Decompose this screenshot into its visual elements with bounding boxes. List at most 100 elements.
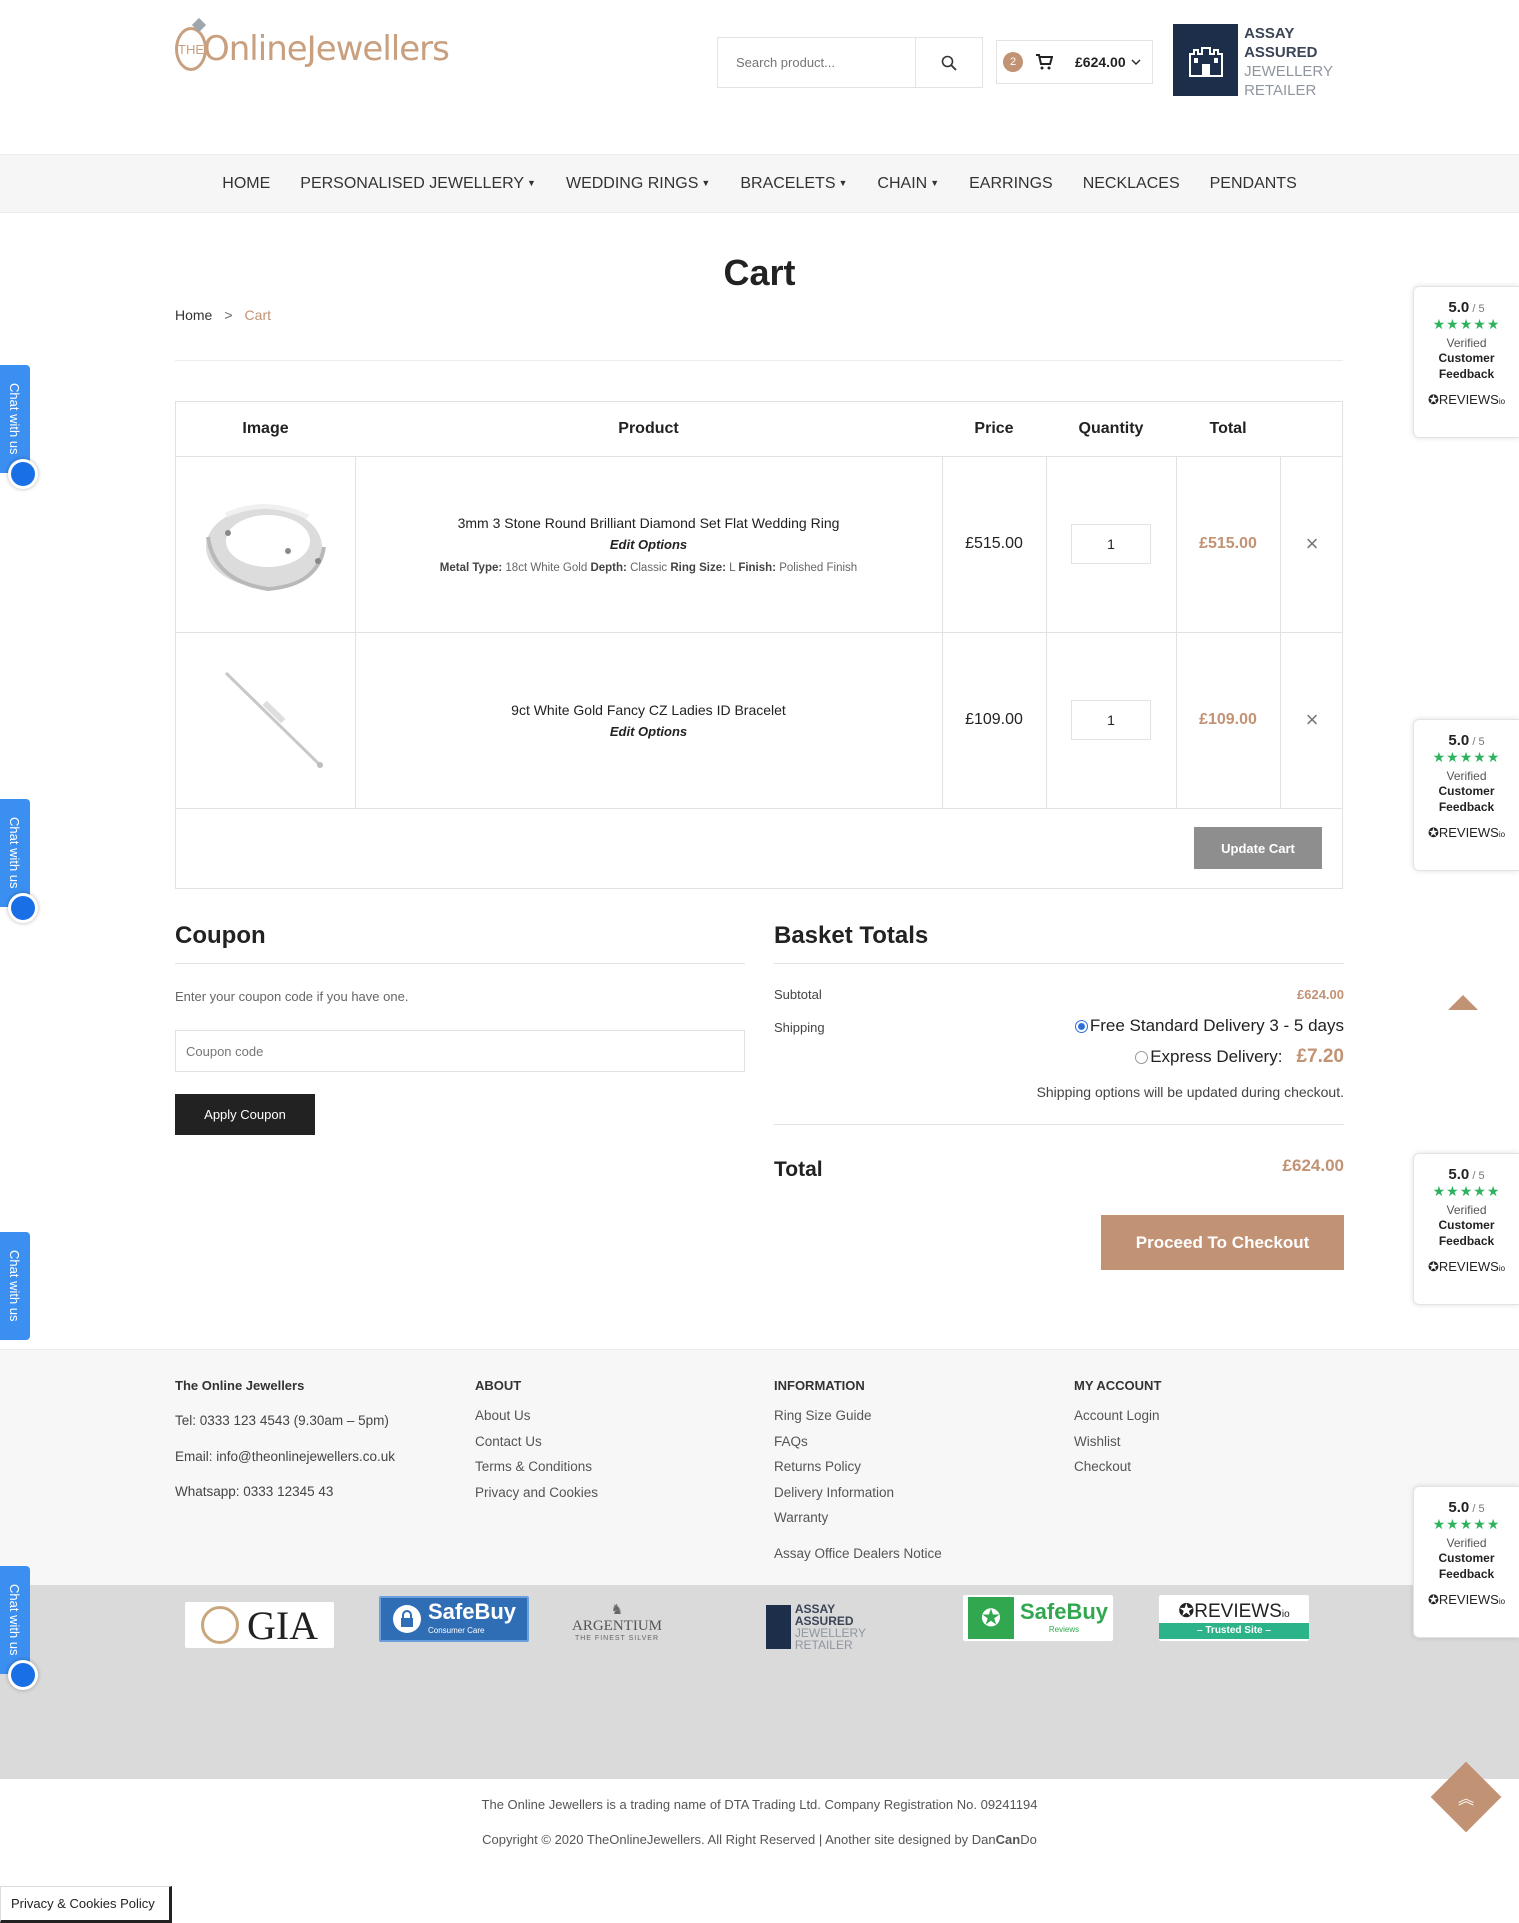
search-input[interactable] bbox=[718, 38, 916, 87]
reviews-io-logo[interactable]: ✪REVIEWSio – Trusted Site – bbox=[1159, 1595, 1309, 1641]
trading-notice: The Online Jewellers is a trading name o… bbox=[481, 1797, 1038, 1812]
footer-link-warranty[interactable]: Warranty bbox=[774, 1505, 942, 1531]
column-header-image: Image bbox=[242, 420, 289, 437]
shipping-option-standard[interactable]: Free Standard Delivery 3 - 5 days bbox=[1074, 1016, 1344, 1036]
scroll-up-arrow-icon[interactable] bbox=[1448, 995, 1478, 1010]
main-nav: HOME PERSONALISED JEWELLERY ▼ WEDDING RIN… bbox=[0, 154, 1519, 213]
chat-with-us-tab[interactable]: Chat with us bbox=[0, 799, 38, 923]
proceed-to-checkout-button[interactable]: Proceed To Checkout bbox=[1101, 1215, 1344, 1270]
reviews-star-icon: ✪ bbox=[1178, 1600, 1195, 1622]
coupon-help-text: Enter your coupon code if you have one. bbox=[175, 989, 409, 1004]
chat-bubble-icon[interactable] bbox=[8, 459, 38, 489]
assay-assured-badge: ASSAY ASSURED JEWELLERY RETAILER bbox=[1173, 24, 1333, 99]
gia-seal-icon bbox=[200, 1606, 239, 1644]
footer-whatsapp: Whatsapp: 0333 12345 43 bbox=[175, 1484, 334, 1499]
footer-link-assay-notice[interactable]: Assay Office Dealers Notice bbox=[774, 1541, 942, 1567]
breadcrumb-current: Cart bbox=[244, 307, 271, 323]
edit-options-link[interactable]: Edit Options bbox=[610, 537, 687, 552]
item-total: £109.00 bbox=[1199, 711, 1257, 728]
footer-link-delivery[interactable]: Delivery Information bbox=[774, 1480, 942, 1506]
reviews-widget[interactable]: 5.0 / 5 ★★★★★ Verified Customer Feedback… bbox=[1413, 719, 1519, 871]
footer-information: INFORMATION Ring Size Guide FAQs Returns… bbox=[774, 1378, 942, 1566]
reviews-widget[interactable]: 5.0 / 5 ★★★★★ Verified Customer Feedback… bbox=[1413, 286, 1519, 438]
nav-bracelets[interactable]: BRACELETS ▼ bbox=[725, 175, 862, 193]
chat-with-us-tab[interactable]: Chat with us bbox=[0, 365, 38, 489]
nav-earrings[interactable]: EARRINGS bbox=[954, 175, 1068, 193]
site-logo[interactable]: THE OnlineJewellers bbox=[175, 18, 450, 80]
chat-with-us-tab[interactable]: Chat with us bbox=[0, 1566, 38, 1690]
star-badge-icon: ✪ bbox=[980, 1604, 1002, 1632]
nav-home[interactable]: HOME bbox=[207, 175, 285, 193]
horse-icon: ♞ bbox=[610, 1600, 624, 1617]
quantity-input[interactable]: 1 bbox=[1071, 524, 1151, 564]
update-cart-button[interactable]: Update Cart bbox=[1194, 827, 1322, 869]
assay-assured-footer-logo[interactable]: ASSAY ASSURED JEWELLERY RETAILER bbox=[766, 1603, 866, 1651]
footer-link-contact-us[interactable]: Contact Us bbox=[475, 1429, 598, 1455]
footer-account: MY ACCOUNT Account Login Wishlist Checko… bbox=[1074, 1378, 1161, 1480]
footer-company-title: The Online Jewellers bbox=[175, 1378, 305, 1393]
shipping-note: Shipping options will be updated during … bbox=[1036, 1084, 1344, 1100]
footer-link-ring-size[interactable]: Ring Size Guide bbox=[774, 1403, 942, 1429]
nav-necklaces[interactable]: NECKLACES bbox=[1068, 175, 1195, 193]
product-image-ring[interactable] bbox=[176, 456, 355, 632]
search-bar bbox=[717, 37, 983, 88]
nav-chain[interactable]: CHAIN ▼ bbox=[862, 175, 954, 193]
shipping-option-express[interactable]: Express Delivery: £7.20 bbox=[1135, 1046, 1344, 1068]
cookie-policy-button[interactable]: Privacy & Cookies Policy bbox=[0, 1886, 172, 1923]
chat-bubble-icon[interactable] bbox=[8, 1660, 38, 1690]
quantity-input[interactable]: 1 bbox=[1071, 700, 1151, 740]
logo-ring-icon: THE bbox=[175, 27, 207, 71]
nav-personalised-jewellery[interactable]: PERSONALISED JEWELLERY ▼ bbox=[285, 175, 551, 193]
cart-table: Image Product Price Quantity Total 3mm 3… bbox=[175, 401, 1343, 889]
reviews-star-icon: ✪ bbox=[1427, 825, 1439, 840]
cart-item-details: 3mm 3 Stone Round Brilliant Diamond Set … bbox=[355, 456, 942, 632]
designer-link[interactable]: DanCanDo bbox=[972, 1832, 1037, 1847]
safebuy-consumer-logo[interactable]: SafeBuy Consumer Care bbox=[379, 1596, 529, 1642]
chat-with-us-tab[interactable]: Chat with us bbox=[0, 1232, 30, 1340]
apply-coupon-button[interactable]: Apply Coupon bbox=[175, 1094, 315, 1135]
footer-link-faqs[interactable]: FAQs bbox=[774, 1429, 942, 1455]
remove-item-icon[interactable]: × bbox=[1280, 456, 1344, 632]
safebuy-reviews-logo[interactable]: ✪ SafeBuy Reviews bbox=[963, 1595, 1113, 1641]
subtotal-value: £624.00 bbox=[1297, 987, 1344, 1002]
breadcrumb-separator: > bbox=[224, 307, 233, 323]
footer-link-about-us[interactable]: About Us bbox=[475, 1403, 598, 1429]
nav-pendants[interactable]: PENDANTS bbox=[1195, 175, 1312, 193]
coupon-code-input[interactable]: Coupon code bbox=[175, 1030, 745, 1072]
basket-totals-heading: Basket Totals bbox=[774, 922, 929, 949]
radio-unselected[interactable] bbox=[1135, 1050, 1149, 1064]
caret-down-icon: ▼ bbox=[527, 178, 536, 189]
footer-company: The Online Jewellers Tel: 0333 123 4543 … bbox=[175, 1378, 395, 1510]
shipping-label: Shipping bbox=[774, 1020, 825, 1035]
footer-link-wishlist[interactable]: Wishlist bbox=[1074, 1429, 1161, 1455]
footer-link-login[interactable]: Account Login bbox=[1074, 1403, 1161, 1429]
reviews-widget[interactable]: 5.0 / 5 ★★★★★ Verified Customer Feedback… bbox=[1413, 1486, 1519, 1638]
column-header-product: Product bbox=[618, 420, 679, 437]
product-image-bracelet[interactable] bbox=[176, 632, 355, 808]
search-button[interactable] bbox=[916, 38, 982, 87]
nav-wedding-rings[interactable]: WEDDING RINGS ▼ bbox=[551, 175, 725, 193]
product-name-link[interactable]: 3mm 3 Stone Round Brilliant Diamond Set … bbox=[458, 515, 840, 531]
product-name-link[interactable]: 9ct White Gold Fancy CZ Ladies ID Bracel… bbox=[511, 702, 786, 718]
footer-link-terms[interactable]: Terms & Conditions bbox=[475, 1454, 598, 1480]
reviews-star-icon: ✪ bbox=[1427, 1259, 1439, 1274]
cart-item-details: 9ct White Gold Fancy CZ Ladies ID Bracel… bbox=[355, 632, 942, 808]
caret-down-icon: ▼ bbox=[701, 178, 711, 189]
express-price: £7.20 bbox=[1296, 1046, 1344, 1067]
stars-icon: ★★★★★ bbox=[1432, 316, 1501, 332]
reviews-widget[interactable]: 5.0 / 5 ★★★★★ Verified Customer Feedback… bbox=[1413, 1153, 1519, 1305]
mini-cart[interactable]: 2 £624.00 bbox=[996, 40, 1153, 84]
cart-icon bbox=[1036, 54, 1053, 70]
gia-logo[interactable]: GIA bbox=[185, 1602, 334, 1648]
chat-bubble-icon[interactable] bbox=[8, 893, 38, 923]
argentium-logo[interactable]: ♞ ARGENTIUM THE FINEST SILVER bbox=[568, 1598, 666, 1644]
total-label: Total bbox=[774, 1158, 823, 1181]
footer-link-returns[interactable]: Returns Policy bbox=[774, 1454, 942, 1480]
footer-link-checkout[interactable]: Checkout bbox=[1074, 1454, 1161, 1480]
edit-options-link[interactable]: Edit Options bbox=[610, 724, 687, 739]
footer-link-privacy[interactable]: Privacy and Cookies bbox=[475, 1480, 598, 1506]
radio-selected[interactable] bbox=[1074, 1019, 1088, 1033]
remove-item-icon[interactable]: × bbox=[1280, 632, 1344, 808]
breadcrumb-home[interactable]: Home bbox=[175, 307, 212, 323]
divider bbox=[175, 360, 1343, 361]
